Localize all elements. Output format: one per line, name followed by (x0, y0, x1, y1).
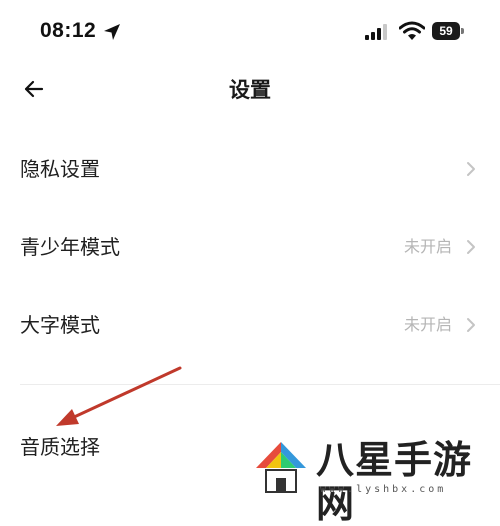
chevron-right-icon (467, 162, 475, 176)
house-logo-icon (256, 442, 306, 493)
settings-row-teen-mode[interactable]: 青少年模式 未开启 (0, 208, 500, 286)
battery-level: 59 (432, 22, 460, 40)
row-label: 大字模式 (20, 313, 100, 337)
section-divider (20, 384, 500, 385)
settings-row-large-font[interactable]: 大字模式 未开启 (0, 286, 500, 364)
watermark-brand: 八星手游网 (316, 438, 473, 526)
chevron-right-icon (467, 240, 475, 254)
status-bar: 08:12 59 (0, 0, 500, 64)
row-value: 未开启 (403, 315, 452, 334)
row-label: 音质选择 (20, 435, 100, 459)
settings-row-privacy[interactable]: 隐私设置 (0, 130, 500, 208)
battery-cap (461, 28, 464, 34)
signal-icon (365, 24, 387, 40)
chevron-right-icon (467, 318, 475, 332)
row-label: 隐私设置 (20, 157, 100, 181)
location-arrow-icon (104, 24, 120, 40)
status-time: 08:12 (40, 19, 97, 42)
watermark-url: www.lyshbx.com (320, 484, 447, 495)
nav-bar: 设置 (0, 64, 500, 116)
wifi-icon (399, 21, 425, 40)
battery-icon: 59 (432, 22, 464, 40)
row-value: 未开启 (403, 237, 452, 256)
row-label: 青少年模式 (20, 235, 120, 259)
page-title: 设置 (229, 78, 271, 102)
watermark: 八星手游网 www.lyshbx.com (250, 436, 500, 526)
